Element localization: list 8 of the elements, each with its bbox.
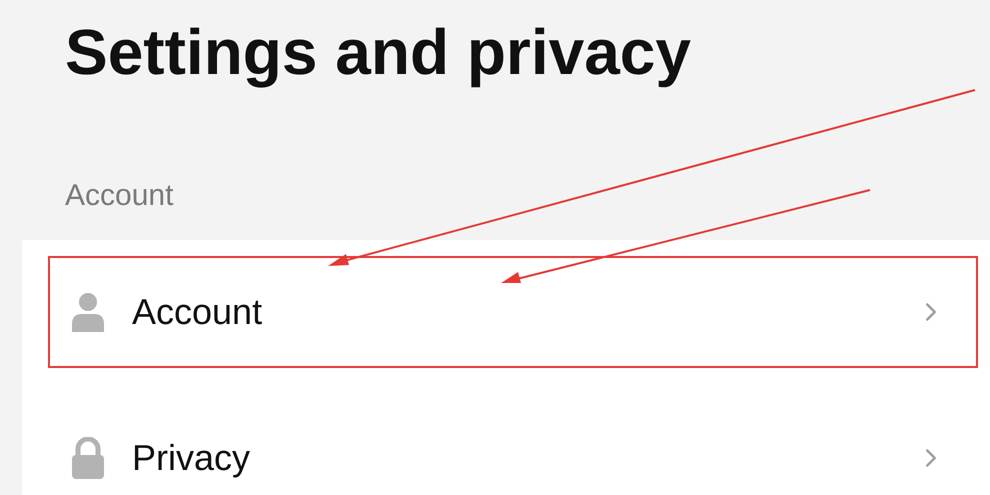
person-icon: [70, 292, 106, 332]
row-label: Account: [132, 290, 264, 334]
settings-row[interactable]: Account: [48, 256, 978, 368]
page-title: Settings and privacy: [65, 15, 691, 90]
settings-row[interactable]: Privacy: [48, 402, 978, 495]
row-label: Privacy: [132, 436, 252, 480]
section-label: Account: [65, 178, 174, 214]
lock-icon: [70, 437, 106, 479]
